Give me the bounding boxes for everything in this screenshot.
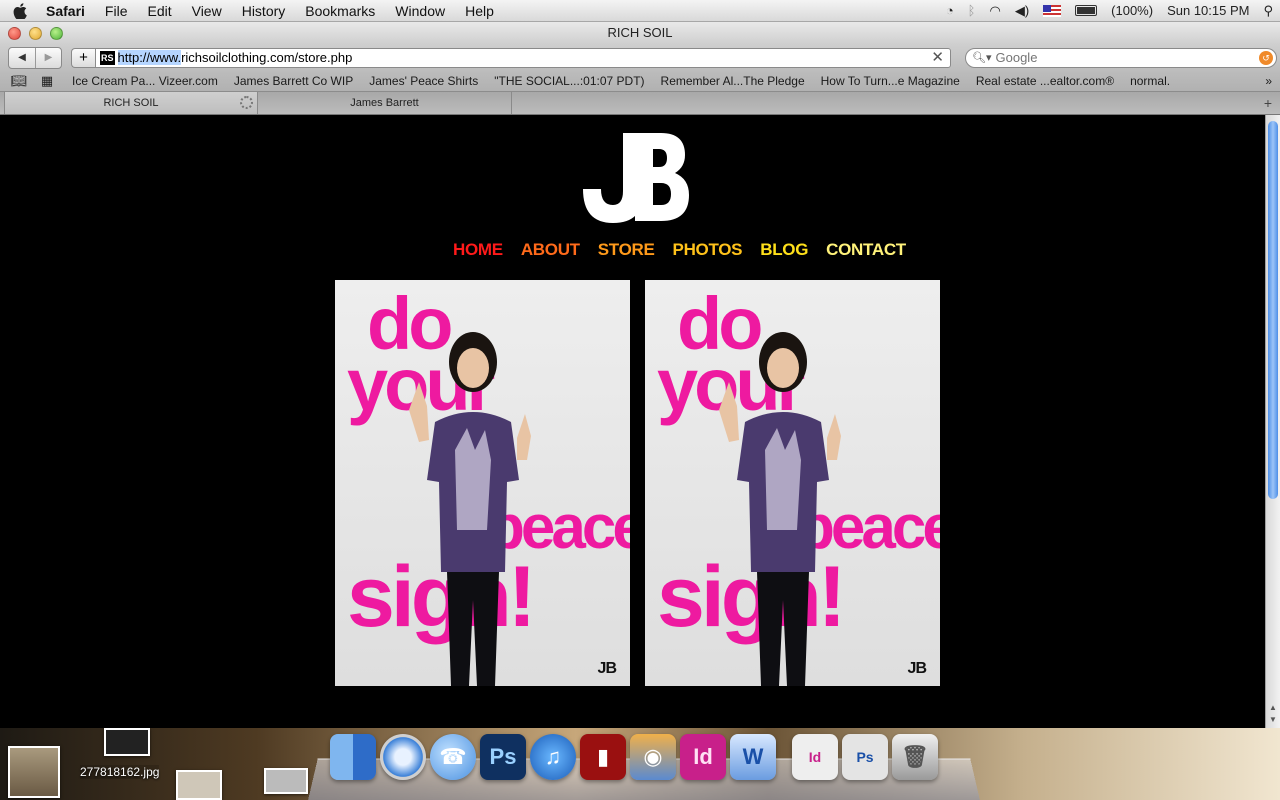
menu-bookmarks[interactable]: Bookmarks [295, 0, 385, 22]
battery-percent: (100%) [1111, 3, 1154, 18]
photoshop-document-icon[interactable]: Ps [842, 734, 888, 780]
site-favicon: RS [100, 50, 115, 65]
url-text[interactable]: http://www.richsoilclothing.com/store.ph… [117, 50, 353, 65]
menu-help[interactable]: Help [455, 0, 504, 22]
spotlight-icon[interactable]: ⚲ [1263, 3, 1273, 19]
product-image[interactable]: do your peace sign! JB [645, 280, 940, 686]
menu-window[interactable]: Window [385, 0, 455, 22]
address-bar[interactable]: RS http://www.richsoilclothing.com/store… [95, 47, 951, 68]
bookmark-item[interactable]: normal. [1130, 74, 1170, 88]
bookmark-item[interactable]: James' Peace Shirts [369, 74, 478, 88]
dock: ☎ Ps ♫ ▮ ◉ Id W Id Ps 🗑︎ [330, 734, 938, 780]
scrollbar-thumb[interactable] [1268, 121, 1278, 499]
trash-icon[interactable]: 🗑︎ [892, 734, 938, 780]
nav-home-link[interactable]: HOME [453, 240, 503, 260]
desktop-file-thumbnail[interactable] [176, 770, 222, 800]
window-close-button[interactable] [8, 27, 21, 40]
safari-icon[interactable] [380, 734, 426, 780]
volume-icon[interactable]: ◀) [1015, 3, 1029, 19]
menubar-clock[interactable]: Sun 10:15 PM [1167, 3, 1249, 18]
menu-edit[interactable]: Edit [137, 0, 181, 22]
stop-loading-icon[interactable]: ✕ [931, 49, 944, 67]
bookmark-item[interactable]: How To Turn...e Magazine [821, 74, 960, 88]
model-figure [719, 332, 841, 686]
browser-toolbar: ◀ ▶ + RS http://www.richsoilclothing.com… [0, 44, 1280, 71]
bookmarks-book-icon[interactable]: 📖︎ [10, 73, 28, 89]
iphoto-icon[interactable]: ◉ [630, 734, 676, 780]
forward-button[interactable]: ▶ [35, 47, 61, 68]
desktop-file-thumbnail[interactable] [8, 746, 60, 798]
photo-booth-icon[interactable]: ▮ [580, 734, 626, 780]
bookmark-item[interactable]: Real estate ...ealtor.com® [976, 74, 1114, 88]
model-figure [409, 332, 531, 686]
desktop-file-label[interactable]: 277818162.jpg [80, 765, 160, 779]
apple-icon[interactable] [0, 2, 40, 19]
bookmarks-overflow-icon[interactable]: » [1265, 74, 1272, 88]
search-field[interactable]: 🔍︎▾ ↺ [965, 47, 1277, 68]
add-bookmark-button[interactable]: + [71, 47, 95, 68]
nav-contact-link[interactable]: CONTACT [826, 240, 906, 260]
new-tab-icon[interactable]: + [1264, 92, 1272, 114]
menu-history[interactable]: History [232, 0, 296, 22]
bookmark-item[interactable]: Ice Cream Pa... Vizeer.com [72, 74, 218, 88]
back-button[interactable]: ◀ [9, 48, 35, 68]
search-input[interactable] [995, 50, 1256, 65]
word-icon[interactable]: W [730, 734, 776, 780]
page-viewport: JB HOME ABOUT STORE PHOTOS BLOG CONTACT … [0, 115, 1265, 728]
poster-brand: JB [907, 660, 927, 677]
site-navigation: HOME ABOUT STORE PHOTOS BLOG CONTACT [453, 240, 906, 260]
product-image[interactable]: do your peace sign! JB [335, 280, 630, 686]
itunes-icon[interactable]: ♫ [530, 734, 576, 780]
mac-menubar: Safari File Edit View History Bookmarks … [0, 0, 1280, 22]
us-flag-icon[interactable] [1043, 4, 1062, 17]
bookmark-item[interactable]: James Barrett Co WIP [234, 74, 353, 88]
page-scrollbar[interactable]: ▲ ▼ [1265, 115, 1280, 728]
menu-app-name[interactable]: Safari [40, 0, 95, 22]
tab-rich-soil[interactable]: RICH SOIL [4, 92, 258, 114]
window-minimize-button[interactable] [29, 27, 42, 40]
menu-file[interactable]: File [95, 0, 138, 22]
desktop-file-thumbnail[interactable] [104, 728, 150, 756]
poster-brand: JB [597, 660, 617, 677]
scroll-arrows-icon[interactable]: ▲ ▼ [1269, 702, 1277, 726]
ichat-icon[interactable]: ☎ [430, 734, 476, 780]
bookmark-item[interactable]: Remember Al...The Pledge [661, 74, 805, 88]
tab-james-barrett[interactable]: James Barrett [258, 92, 512, 114]
tab-label: RICH SOIL [103, 97, 159, 109]
tab-bar: RICH SOIL James Barrett + [0, 92, 1280, 115]
snapback-icon[interactable]: ↺ [1259, 50, 1273, 65]
indesign-icon[interactable]: Id [680, 734, 726, 780]
url-rest-text: richsoilclothing.com/store.php [181, 50, 353, 65]
search-icon: 🔍︎▾ [972, 52, 992, 64]
top-sites-grid-icon[interactable]: ▦ [38, 73, 56, 89]
indesign-document-icon[interactable]: Id [792, 734, 838, 780]
time-machine-icon[interactable]: ◔ [946, 3, 954, 18]
nav-blog-link[interactable]: BLOG [760, 240, 808, 260]
nav-about-link[interactable]: ABOUT [521, 240, 580, 260]
menu-view[interactable]: View [182, 0, 232, 22]
photoshop-icon[interactable]: Ps [480, 734, 526, 780]
url-selected-text: http://www. [117, 50, 182, 65]
window-title: RICH SOIL [607, 25, 673, 40]
jb-logo[interactable]: JB [575, 127, 695, 227]
finder-icon[interactable] [330, 734, 376, 780]
bluetooth-icon[interactable]: ᛒ [968, 3, 976, 18]
desktop-file-thumbnail[interactable] [264, 768, 308, 794]
tab-label: James Barrett [350, 97, 419, 109]
wifi-icon[interactable]: ◠ [989, 3, 1000, 19]
nav-store-link[interactable]: STORE [598, 240, 655, 260]
nav-photos-link[interactable]: PHOTOS [673, 240, 743, 260]
window-titlebar: RICH SOIL [0, 22, 1280, 44]
battery-icon[interactable] [1075, 5, 1098, 16]
bookmarks-bar: 📖︎ ▦ Ice Cream Pa... Vizeer.com James Ba… [0, 71, 1280, 92]
loading-spinner-icon [240, 96, 253, 109]
bookmark-item[interactable]: "THE SOCIAL...:01:07 PDT) [494, 74, 644, 88]
window-zoom-button[interactable] [50, 27, 63, 40]
